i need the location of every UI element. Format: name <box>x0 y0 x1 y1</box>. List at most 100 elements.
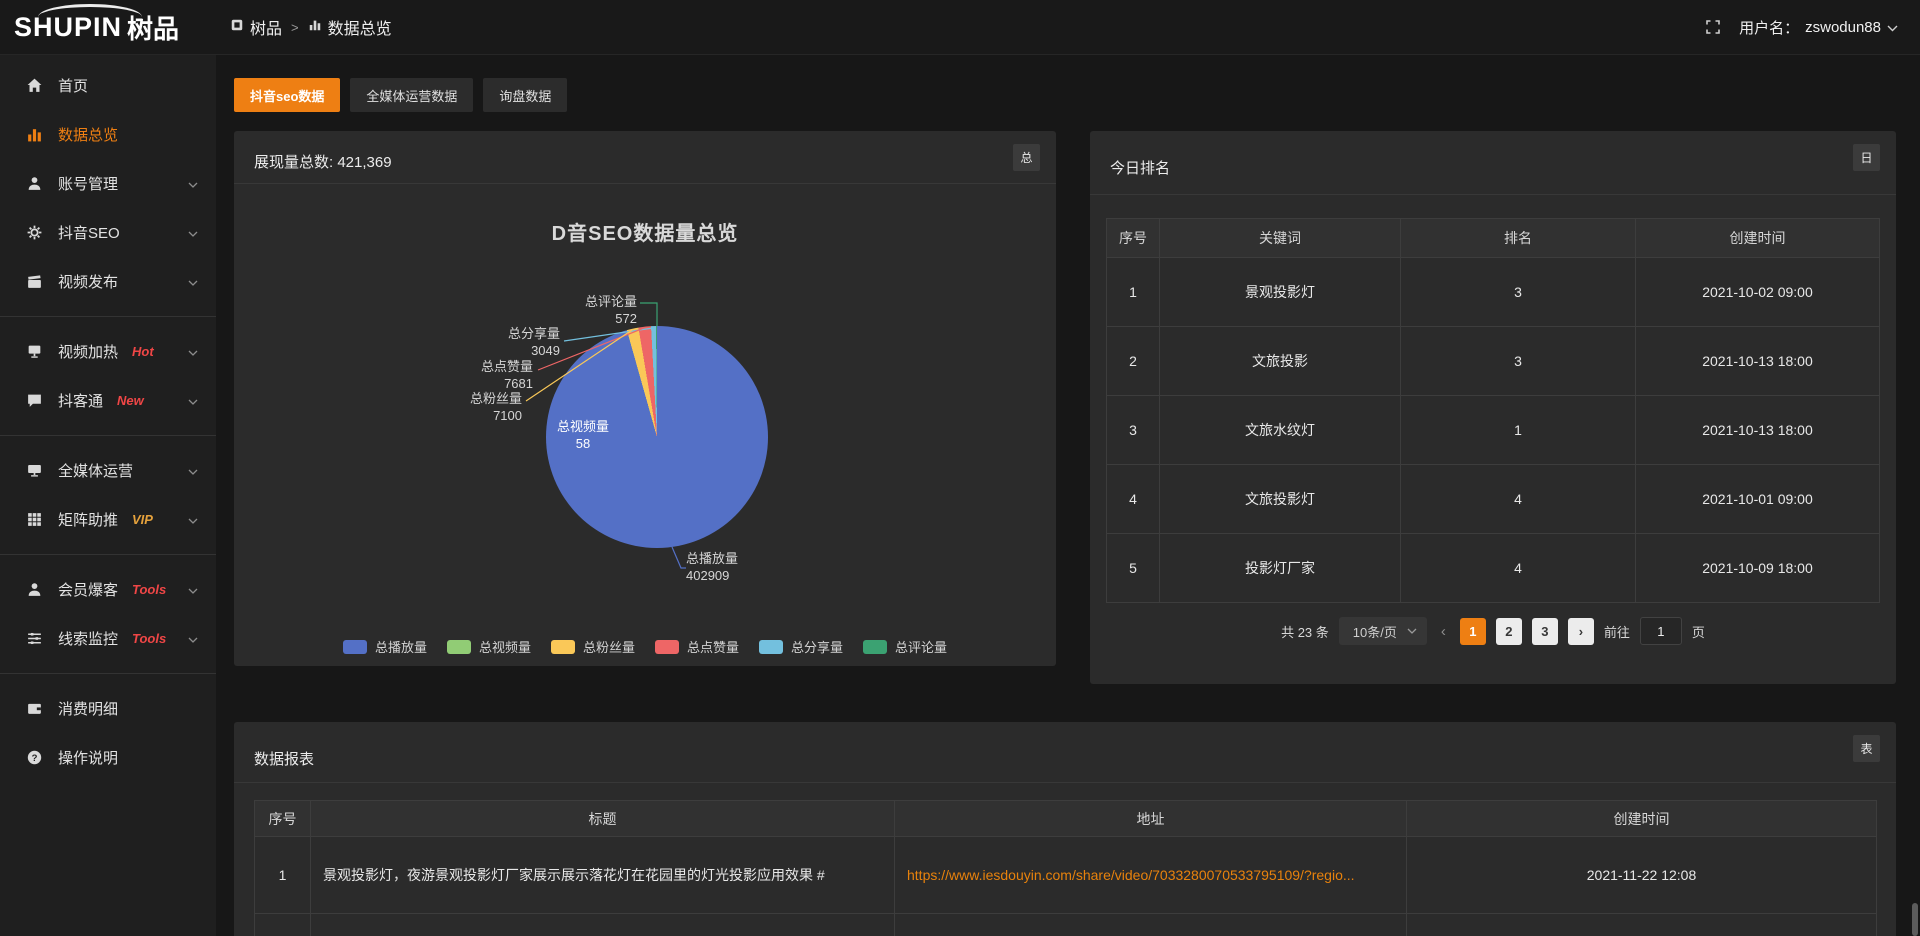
gear-icon <box>26 224 43 241</box>
breadcrumb-root[interactable]: 树品 <box>230 15 282 39</box>
pie-label-name: 总视频量 <box>555 418 611 435</box>
table-row: 2 文旅投影 3 2021-10-13 18:00 <box>1107 327 1880 396</box>
sidebar-item-video-publish[interactable]: 视频发布 <box>0 257 216 306</box>
sidebar-divider <box>0 435 216 436</box>
tab-douyin-seo-data[interactable]: 抖音seo数据 <box>234 78 340 112</box>
breadcrumb: 树品 > 数据总览 <box>230 15 392 39</box>
sidebar-divider <box>0 673 216 674</box>
legend-swatch <box>863 640 887 654</box>
breadcrumb-current[interactable]: 数据总览 <box>308 15 392 39</box>
tab-inquiry-data[interactable]: 询盘数据 <box>483 78 567 112</box>
sidebar-item-member[interactable]: 会员爆客 Tools <box>0 565 216 614</box>
cell-index: 1 <box>1107 258 1160 327</box>
svg-text:?: ? <box>32 753 38 764</box>
sidebar-item-label: 账号管理 <box>58 173 118 194</box>
sidebar-item-label: 抖客通 <box>58 390 103 411</box>
table-row: 1 景观投影灯 3 2021-10-02 09:00 <box>1107 258 1880 327</box>
sidebar-item-label: 视频发布 <box>58 271 118 292</box>
sidebar-item-data-overview[interactable]: 数据总览 <box>0 110 216 159</box>
cell-keyword: 景观投影灯 <box>1160 258 1401 327</box>
day-view-button[interactable]: 日 <box>1853 144 1880 171</box>
scrollbar-thumb[interactable] <box>1912 903 1918 936</box>
legend-item-comments[interactable]: 总评论量 <box>863 637 947 656</box>
sidebar-item-matrix-boost[interactable]: 矩阵助推 VIP <box>0 495 216 544</box>
header-right: 用户名： zswodun88 <box>1705 17 1920 38</box>
grid-icon <box>26 511 43 528</box>
top-header: SHUPIN 树品 树品 > 数据总览 用户名： <box>0 0 1920 55</box>
sidebar-item-label: 数据总览 <box>58 124 118 145</box>
legend-item-video[interactable]: 总视频量 <box>447 637 531 656</box>
signboard-icon <box>26 343 43 360</box>
chevron-down-icon <box>188 511 198 529</box>
col-header-url: 地址 <box>895 801 1407 837</box>
cell-title <box>311 914 895 936</box>
col-header-created: 创建时间 <box>1407 801 1877 837</box>
pagination-page-2[interactable]: 2 <box>1496 618 1522 645</box>
pie-legend: 总播放量 总视频量 总粉丝量 总点赞量 总分享量 总评论量 <box>234 637 1056 656</box>
app-window: SHUPIN 树品 树品 > 数据总览 用户名： <box>0 0 1920 936</box>
cell-rank: 3 <box>1401 258 1636 327</box>
today-ranking-card: 今日排名 日 序号 关键词 排名 创建时间 1 景观投影灯 3 2021-10-… <box>1090 131 1896 684</box>
table-view-button[interactable]: 表 <box>1853 735 1880 762</box>
pagination-page-1[interactable]: 1 <box>1460 618 1486 645</box>
user-menu[interactable]: 用户名： zswodun88 <box>1739 17 1898 38</box>
fullscreen-icon[interactable] <box>1705 19 1721 35</box>
table-row: 4 文旅投影灯 4 2021-10-01 09:00 <box>1107 465 1880 534</box>
chevron-down-icon <box>1407 628 1417 634</box>
cell-keyword: 文旅投影灯 <box>1160 465 1401 534</box>
report-card-title: 数据报表 <box>254 748 314 769</box>
legend-label: 总点赞量 <box>687 637 739 656</box>
clapperboard-icon <box>26 273 43 290</box>
impressions-value: 421,369 <box>337 154 391 171</box>
cell-created: 2021-11-22 12:08 <box>1407 837 1877 914</box>
video-url-link[interactable]: https://www.iesdouyin.com/share/video/70… <box>907 867 1355 883</box>
sidebar-item-video-heat[interactable]: 视频加热 Hot <box>0 327 216 376</box>
sidebar-item-douketong[interactable]: 抖客通 New <box>0 376 216 425</box>
goto-page-input[interactable] <box>1640 617 1682 645</box>
cell-created <box>1407 914 1877 936</box>
sidebar-item-instructions[interactable]: ? 操作说明 <box>0 733 216 782</box>
sidebar-item-clue-monitor[interactable]: 线索监控 Tools <box>0 614 216 663</box>
breadcrumb-current-label: 数据总览 <box>328 15 392 39</box>
total-view-button[interactable]: 总 <box>1013 144 1040 171</box>
sidebar-item-consumption[interactable]: 消费明细 <box>0 684 216 733</box>
legend-item-play[interactable]: 总播放量 <box>343 637 427 656</box>
breadcrumb-root-label: 树品 <box>250 15 282 39</box>
user-icon <box>26 175 43 192</box>
pagination-prev[interactable]: ‹ <box>1437 623 1450 640</box>
pie-label-like: 总点赞量 7681 <box>481 358 533 392</box>
col-header-created: 创建时间 <box>1636 219 1880 258</box>
person-icon <box>26 581 43 598</box>
ranking-table: 序号 关键词 排名 创建时间 1 景观投影灯 3 2021-10-02 09:0… <box>1106 218 1880 603</box>
sidebar-item-douyin-seo[interactable]: 抖音SEO <box>0 208 216 257</box>
card-divider <box>234 183 1056 184</box>
sidebar-item-label: 视频加热 <box>58 341 118 362</box>
legend-label: 总粉丝量 <box>583 637 635 656</box>
chevron-down-icon <box>188 224 198 242</box>
cell-rank: 4 <box>1401 465 1636 534</box>
pagination-next[interactable]: › <box>1568 618 1594 645</box>
goto-label: 前往 <box>1604 622 1630 641</box>
pagination-page-3[interactable]: 3 <box>1532 618 1558 645</box>
legend-label: 总视频量 <box>479 637 531 656</box>
pie-label-name: 总粉丝量 <box>470 390 522 407</box>
cell-url <box>895 914 1407 936</box>
table-row <box>255 914 1877 936</box>
table-row: 5 投影灯厂家 4 2021-10-09 18:00 <box>1107 534 1880 603</box>
legend-item-like[interactable]: 总点赞量 <box>655 637 739 656</box>
table-header-row: 序号 关键词 排名 创建时间 <box>1107 219 1880 258</box>
sidebar-item-label: 抖音SEO <box>58 222 120 243</box>
page-size-select[interactable]: 10条/页 <box>1339 617 1427 645</box>
sidebar-item-home[interactable]: 首页 <box>0 61 216 110</box>
brand-logo[interactable]: SHUPIN 树品 <box>0 0 216 54</box>
sidebar-item-account[interactable]: 账号管理 <box>0 159 216 208</box>
ranking-card-title: 今日排名 <box>1110 157 1170 178</box>
legend-item-fans[interactable]: 总粉丝量 <box>551 637 635 656</box>
sidebar-item-media-operation[interactable]: 全媒体运营 <box>0 446 216 495</box>
cell-created: 2021-10-13 18:00 <box>1636 327 1880 396</box>
pie-label-play: 总播放量 402909 <box>686 550 738 584</box>
legend-item-share[interactable]: 总分享量 <box>759 637 843 656</box>
pie-label-value: 572 <box>585 310 637 327</box>
pie-label-name: 总点赞量 <box>481 358 533 375</box>
tab-media-operation-data[interactable]: 全媒体运营数据 <box>350 78 473 112</box>
